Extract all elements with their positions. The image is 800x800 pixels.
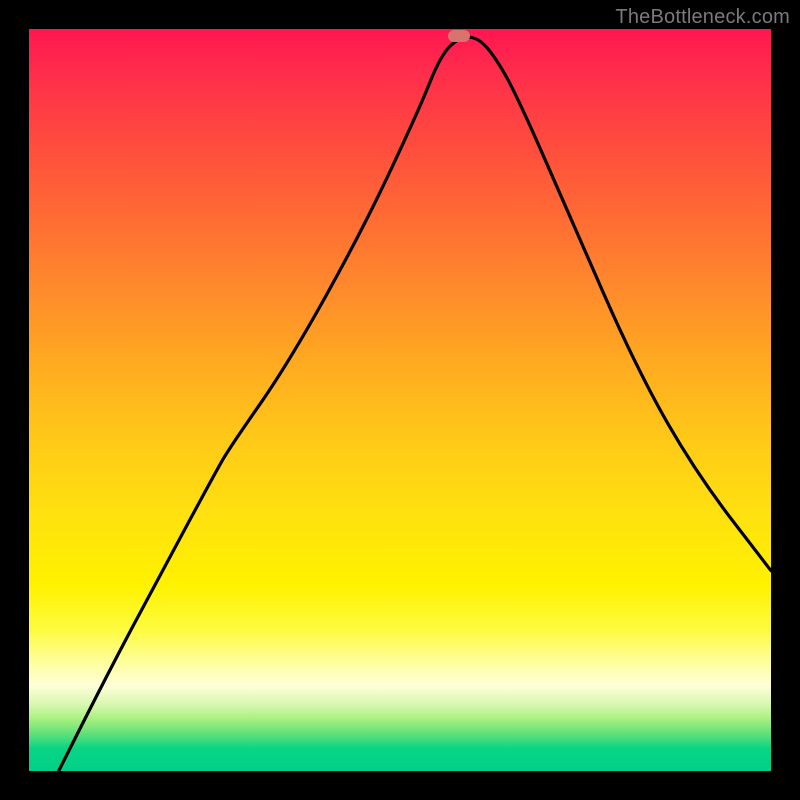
optimal-marker: [448, 30, 470, 42]
watermark-text: TheBottleneck.com: [615, 6, 790, 29]
plot-area: [29, 29, 771, 771]
curve-layer: [29, 29, 771, 771]
bottleneck-curve-line: [59, 37, 771, 771]
chart-canvas: TheBottleneck.com: [0, 0, 800, 800]
